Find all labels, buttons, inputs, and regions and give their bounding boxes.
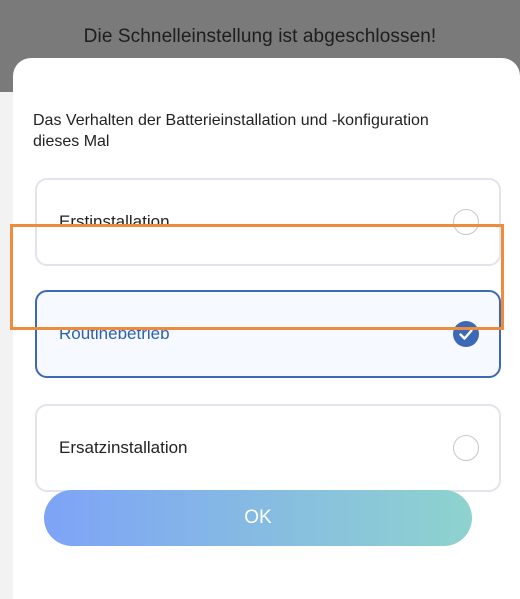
- question-text: Das Verhalten der Batterieinstallation u…: [33, 112, 429, 150]
- option-label: Ersatzinstallation: [59, 438, 188, 457]
- empty-radio-icon[interactable]: [453, 435, 479, 461]
- screen: Die Schnelleinstellung ist abgeschlossen…: [0, 0, 520, 599]
- ok-button[interactable]: OK: [44, 490, 472, 546]
- completion-message: Die Schnelleinstellung ist abgeschlossen…: [83, 26, 437, 47]
- option-ersatzinstallation[interactable]: Ersatzinstallation: [35, 404, 501, 492]
- highlight-frame: [10, 224, 504, 330]
